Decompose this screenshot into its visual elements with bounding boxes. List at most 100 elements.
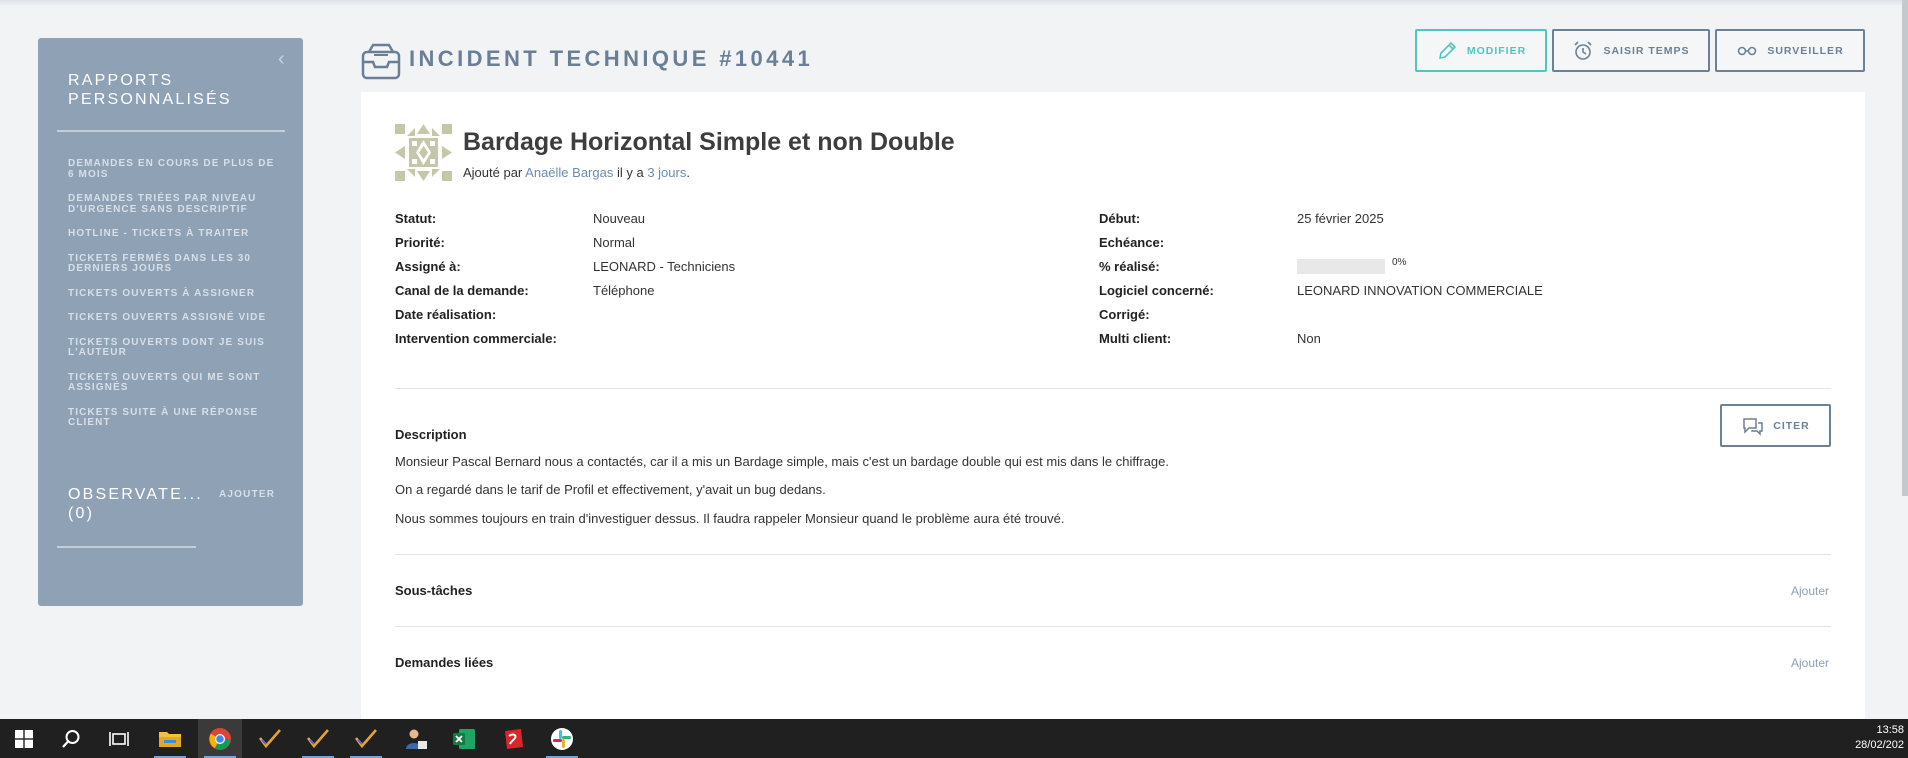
field-realise: % réalisé: 0% <box>1099 254 1543 278</box>
field-corrige: Corrigé: <box>1099 302 1543 326</box>
clock-date: 28/02/202 <box>1855 739 1904 751</box>
field-value: Normal <box>593 234 635 250</box>
related-requests-title: Demandes liées <box>395 655 494 670</box>
age-link[interactable]: 3 jours <box>647 165 686 180</box>
field-label: Echéance: <box>1099 234 1165 250</box>
field-multi-client: Multi client: Non <box>1099 326 1543 350</box>
inbox-tray-icon <box>361 43 401 80</box>
field-label: Multi client: <box>1099 330 1172 346</box>
field-intervention: Intervention commerciale: <box>395 326 735 350</box>
user-support-icon[interactable] <box>394 719 438 758</box>
field-value: 25 février 2025 <box>1297 210 1384 226</box>
saisir-temps-button[interactable]: SAISIR TEMPS <box>1552 29 1710 72</box>
sidebar-item-report[interactable]: DEMANDES TRIÉES PAR NIVEAU D'URGENCE SAN… <box>68 193 283 215</box>
field-value: LEONARD - Techniciens <box>593 258 736 274</box>
field-logiciel: Logiciel concerné: LEONARD INNOVATION COM… <box>1099 278 1543 302</box>
sidebar-item-report[interactable]: DEMANDES EN COURS DE PLUS DE 6 MOIS <box>68 158 283 180</box>
field-label: Assigné à: <box>395 258 461 274</box>
sidebar-item-report[interactable]: TICKETS OUVERTS QUI ME SONT ASSIGNÉS <box>68 372 283 394</box>
sidebar-item-report[interactable]: TICKETS SUITE À UNE RÉPONSE CLIENT <box>68 407 283 429</box>
top-shadow <box>0 0 1908 6</box>
citer-label: CITER <box>1773 419 1810 432</box>
field-canal: Canal de la demande: Téléphone <box>395 278 735 302</box>
field-label: Priorité: <box>395 234 445 250</box>
divider <box>395 554 1831 555</box>
excel-icon[interactable] <box>442 719 486 758</box>
sidebar-item-report[interactable]: TICKETS FERMÉS DANS LES 30 DERNIERS JOUR… <box>68 253 283 275</box>
app-checkmark-icon[interactable] <box>296 719 340 758</box>
divider <box>57 130 285 132</box>
app-checkmark-icon[interactable] <box>248 719 292 758</box>
collapse-sidebar-icon[interactable]: ‹ <box>278 48 285 71</box>
app-red-icon[interactable] <box>491 719 535 758</box>
ticket-card: Bardage Horizontal Simple et non Double … <box>361 92 1865 719</box>
field-value: LEONARD INNOVATION COMMERCIALE <box>1297 282 1543 298</box>
meta-mid: il y a <box>616 165 644 180</box>
add-related-request-link[interactable]: Ajouter <box>1791 656 1829 670</box>
field-debut: Début: 25 février 2025 <box>1099 206 1543 230</box>
alarm-clock-icon <box>1574 40 1593 60</box>
description-paragraph: On a regardé dans le tarif de Profil et … <box>395 482 826 497</box>
field-label: Statut: <box>395 210 437 226</box>
surveiller-button[interactable]: SURVEILLER <box>1715 29 1865 72</box>
description-paragraph: Nous sommes toujours en train d'investig… <box>395 511 1065 526</box>
app-checkmark-icon[interactable] <box>344 719 388 758</box>
divider <box>395 388 1831 389</box>
field-label: Corrigé: <box>1099 306 1150 322</box>
field-label: % réalisé: <box>1099 258 1160 274</box>
file-explorer-icon[interactable] <box>148 719 192 758</box>
field-label: Date réalisation: <box>395 306 497 322</box>
citer-button[interactable]: CITER <box>1720 404 1831 447</box>
progress-bar <box>1297 258 1385 274</box>
windows-start-icon[interactable] <box>2 719 46 758</box>
field-echeance: Echéance: <box>1099 230 1543 254</box>
field-label: Intervention commerciale: <box>395 330 557 346</box>
field-assigne: Assigné à: LEONARD - Techniciens <box>395 254 735 278</box>
reports-section-title: RAPPORTS PERSONNALISÉS <box>68 72 232 108</box>
add-subtask-link[interactable]: Ajouter <box>1791 584 1829 598</box>
sidebar: ‹ RAPPORTS PERSONNALISÉS DEMANDES EN COU… <box>38 38 303 606</box>
ticket-fields-right: Début: 25 février 2025 Echéance: % réalis… <box>1099 206 1543 350</box>
sidebar-item-report[interactable]: TICKETS OUVERTS DONT JE SUIS L'AUTEUR <box>68 337 283 359</box>
field-date-realisation: Date réalisation: <box>395 302 735 326</box>
sidebar-item-report[interactable]: HOTLINE - TICKETS À TRAITER <box>68 228 283 240</box>
sidebar-item-report[interactable]: TICKETS OUVERTS À ASSIGNER <box>68 288 283 300</box>
progress-percent: 0% <box>1392 256 1407 268</box>
page-scrollbar[interactable] <box>1902 0 1908 496</box>
author-link[interactable]: Anaëlle Bargas <box>525 165 613 180</box>
meta-suffix: . <box>686 165 690 180</box>
speech-bubbles-icon <box>1743 417 1763 436</box>
chrome-icon[interactable] <box>198 719 242 758</box>
windows-taskbar: 13:58 28/02/202 <box>0 719 1908 758</box>
description-paragraph: Monsieur Pascal Bernard nous a contactés… <box>395 454 1169 469</box>
ticket-fields-left: Statut: Nouveau Priorité: Normal Assigné à… <box>395 206 735 350</box>
description-title: Description <box>395 427 467 442</box>
modifier-label: MODIFIER <box>1466 44 1527 57</box>
taskbar-clock[interactable]: 13:58 28/02/202 <box>1855 723 1904 753</box>
reports-list: DEMANDES EN COURS DE PLUS DE 6 MOIS DEMA… <box>68 158 283 443</box>
field-statut: Statut: Nouveau <box>395 206 735 230</box>
ticket-meta: Ajouté par Anaëlle Bargas il y a 3 jours… <box>463 165 690 180</box>
saisir-temps-label: SAISIR TEMPS <box>1603 44 1690 57</box>
add-observer-link[interactable]: AJOUTER <box>219 489 275 500</box>
slack-icon[interactable] <box>540 719 584 758</box>
meta-prefix: Ajouté par <box>463 165 523 180</box>
avatar <box>395 124 452 181</box>
field-value: Téléphone <box>593 282 655 298</box>
modifier-button[interactable]: MODIFIER <box>1415 29 1547 72</box>
sidebar-item-report[interactable]: TICKETS OUVERTS ASSIGNÉ VIDE <box>68 312 283 324</box>
surveiller-label: SURVEILLER <box>1767 44 1844 57</box>
field-value: Nouveau <box>593 210 646 226</box>
divider <box>395 626 1831 627</box>
page-title: INCIDENT TECHNIQUE #10441 <box>409 46 814 71</box>
subtasks-title: Sous-tâches <box>395 583 473 598</box>
observers-title: OBSERVATE... (0) <box>68 486 203 522</box>
field-label: Début: <box>1099 210 1141 226</box>
ticket-title: Bardage Horizontal Simple et non Double <box>463 128 955 156</box>
search-icon[interactable] <box>49 719 93 758</box>
field-priorite: Priorité: Normal <box>395 230 735 254</box>
task-view-icon[interactable] <box>97 719 141 758</box>
divider <box>57 546 196 548</box>
field-label: Logiciel concerné: <box>1099 282 1214 298</box>
field-label: Canal de la demande: <box>395 282 529 298</box>
